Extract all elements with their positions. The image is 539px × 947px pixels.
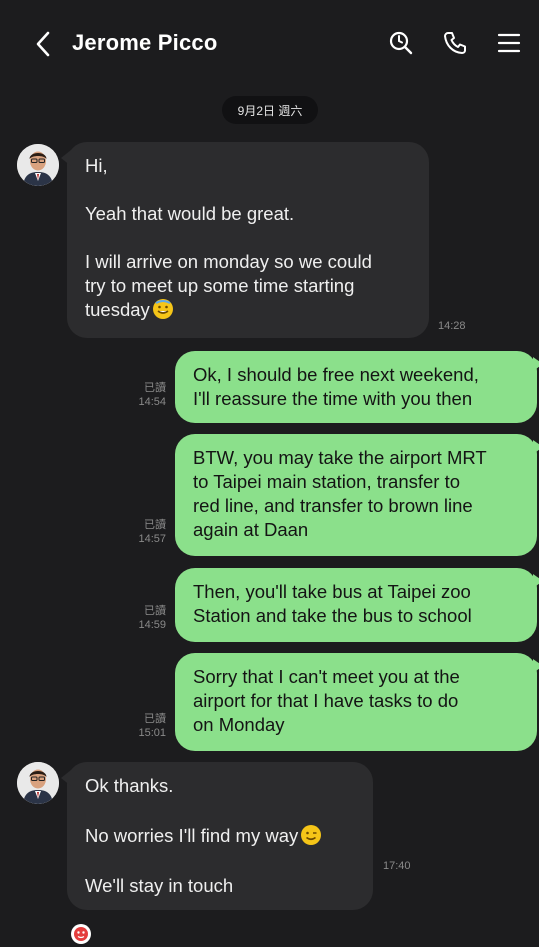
message-time: 14:59 [138,619,166,631]
chevron-left-icon [36,31,50,57]
wink-emoji-icon [301,825,322,845]
menu-button[interactable] [494,28,524,58]
message-text: No worries I'll find my way [85,824,357,848]
search-icon [389,31,413,55]
chat-header: Jerome Picco [0,0,539,88]
message-time: 14:54 [138,396,166,408]
read-receipt: 已讀 [144,605,166,617]
message-bubble-incoming[interactable]: Hi, Yeah that would be great. I will arr… [61,142,429,338]
message-text: We'll stay in touch [85,875,234,896]
message-text: Then, you'll take bus at Taipei zoo Stat… [193,581,472,626]
face-reaction-icon [74,927,88,941]
call-button[interactable] [440,28,470,58]
search-button[interactable] [386,28,416,58]
reaction-badge[interactable] [71,924,91,944]
contact-name: Jerome Picco [72,30,218,55]
date-separator: 9月2日 週六 [222,96,318,124]
message-time: 14:28 [438,320,466,332]
phone-icon [444,32,466,54]
message-bubble-outgoing[interactable]: BTW, you may take the airport MRT to Tai… [175,434,539,556]
message-time: 15:01 [138,727,166,739]
message-bubble-outgoing[interactable]: Sorry that I can't meet you at the airpo… [175,653,539,751]
menu-icon [497,33,521,53]
back-button[interactable] [30,28,56,60]
person-avatar-icon [17,762,59,804]
person-avatar-icon [17,144,59,186]
read-receipt: 已讀 [144,519,166,531]
message-text: Hi, [85,155,108,176]
contact-avatar[interactable] [17,762,59,804]
sweat-smile-emoji-icon [152,299,173,319]
message-text: Ok thanks. [85,775,174,796]
message-bubble-outgoing[interactable]: Ok, I should be free next weekend, I'll … [175,351,539,423]
message-bubble-outgoing[interactable]: Then, you'll take bus at Taipei zoo Stat… [175,568,539,642]
message-status: 已讀 14:59 [120,604,166,632]
message-bubble-incoming[interactable]: Ok thanks. No worries I'll find my way W… [61,762,373,910]
message-time: 17:40 [383,860,411,872]
read-receipt: 已讀 [144,382,166,394]
message-status: 已讀 14:54 [120,381,166,409]
message-text: Ok, I should be free next weekend, I'll … [193,364,479,409]
message-status: 已讀 15:01 [120,712,166,740]
message-text: BTW, you may take the airport MRT to Tai… [193,447,487,540]
message-text: Sorry that I can't meet you at the airpo… [193,666,460,735]
message-status: 已讀 14:57 [120,518,166,546]
message-text: I will arrive on monday so we could try … [85,251,372,320]
read-receipt: 已讀 [144,713,166,725]
message-time: 14:57 [138,533,166,545]
message-text: Yeah that would be great. [85,203,295,224]
contact-avatar[interactable] [17,144,59,186]
